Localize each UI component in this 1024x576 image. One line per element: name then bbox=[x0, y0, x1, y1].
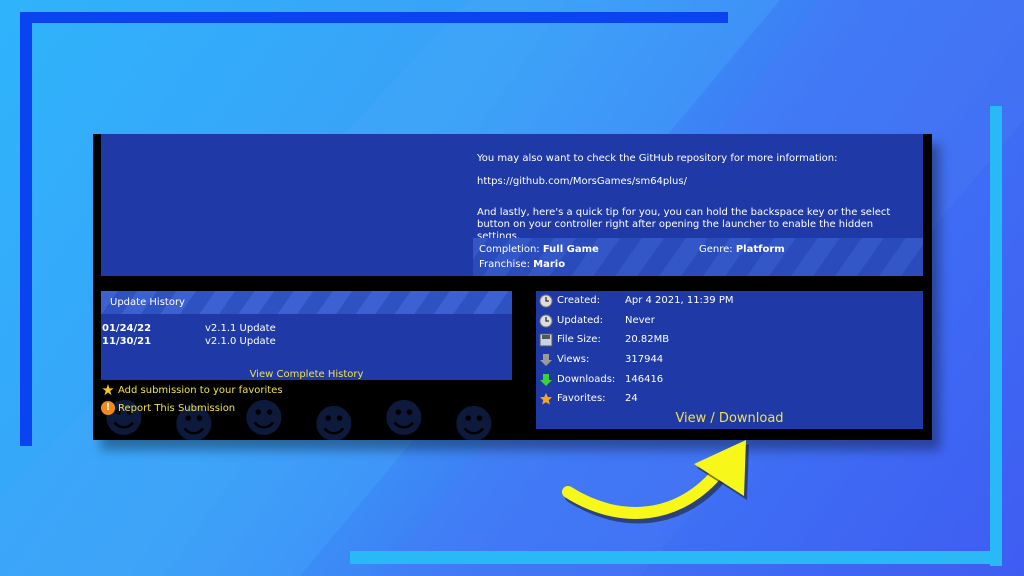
stat-value: 317944 bbox=[625, 354, 664, 365]
report-submission-button[interactable]: ! Report This Submission bbox=[101, 401, 235, 415]
clock-icon bbox=[539, 314, 553, 328]
watermark-icon: ☻ bbox=[313, 402, 355, 440]
download-arrow-icon bbox=[540, 374, 552, 386]
franchise-label: Franchise: bbox=[479, 259, 530, 270]
history-date: 01/24/22 bbox=[102, 323, 152, 334]
history-row: 01/24/22 v2.1.1 Update bbox=[102, 323, 276, 334]
genre-field: Genre: Platform bbox=[699, 244, 785, 255]
description-box: You may also want to check the GitHub re… bbox=[101, 134, 923, 276]
genre-value: Platform bbox=[735, 244, 785, 255]
github-link[interactable]: https://github.com/MorsGames/sm64plus/ bbox=[477, 176, 917, 188]
submission-panel: ☻ ☻ ☻ ☻ ☻ ☻ You may also want to check t… bbox=[93, 134, 932, 440]
completion-field: Completion: Full Game bbox=[479, 244, 599, 255]
star-icon bbox=[540, 393, 552, 405]
frame-right-bar bbox=[990, 106, 1002, 566]
meta-row: Completion: Full Game Genre: Platform Fr… bbox=[473, 238, 923, 276]
star-icon: ★ bbox=[101, 381, 115, 399]
frame-top-bar bbox=[20, 12, 728, 23]
add-favorite-button[interactable]: ★ Add submission to your favorites bbox=[101, 381, 283, 399]
report-submission-label: Report This Submission bbox=[118, 402, 236, 414]
description-text: You may also want to check the GitHub re… bbox=[477, 153, 917, 243]
stat-file-size: File Size: 20.82MB bbox=[539, 332, 669, 348]
frame-bottom-bar bbox=[350, 551, 1002, 564]
stat-views: Views: 317944 bbox=[539, 352, 663, 368]
add-favorite-label: Add submission to your favorites bbox=[118, 384, 283, 396]
stat-created: Created: Apr 4 2021, 11:39 PM bbox=[539, 293, 733, 309]
completion-value: Full Game bbox=[542, 244, 599, 255]
update-history-title: Update History bbox=[110, 297, 185, 308]
stats-box: Created: Apr 4 2021, 11:39 PM Updated: N… bbox=[536, 291, 923, 429]
stat-label: Views: bbox=[557, 354, 590, 365]
eye-arrow-icon bbox=[540, 354, 552, 366]
history-row: 11/30/21 v2.1.0 Update bbox=[102, 336, 276, 347]
stat-label: File Size: bbox=[557, 334, 601, 345]
stat-updated: Updated: Never bbox=[539, 313, 655, 329]
update-history-header: Update History bbox=[101, 291, 512, 314]
stat-label: Downloads: bbox=[557, 374, 616, 385]
stat-label: Created: bbox=[557, 295, 600, 306]
watermark-icon: ☻ bbox=[453, 402, 495, 440]
stat-label: Favorites: bbox=[557, 393, 606, 404]
stat-value: Never bbox=[625, 315, 655, 326]
stat-value: 146416 bbox=[625, 374, 664, 385]
franchise-value: Mario bbox=[533, 259, 566, 270]
view-complete-history-link[interactable]: View Complete History bbox=[250, 369, 364, 380]
frame-left-bar bbox=[20, 12, 32, 446]
warning-icon: ! bbox=[101, 401, 115, 415]
stat-label: Updated: bbox=[557, 315, 603, 326]
genre-label: Genre: bbox=[699, 244, 733, 255]
stat-value: 24 bbox=[625, 393, 638, 404]
franchise-field: Franchise: Mario bbox=[479, 259, 565, 270]
clock-icon bbox=[539, 294, 553, 308]
disk-icon bbox=[539, 333, 553, 347]
update-history-box: Update History 01/24/22 v2.1.1 Update 11… bbox=[101, 291, 512, 380]
watermark-icon: ☻ bbox=[383, 396, 425, 440]
view-download-button[interactable]: View / Download bbox=[536, 411, 923, 426]
stat-value: 20.82MB bbox=[625, 334, 670, 345]
history-date: 11/30/21 bbox=[102, 336, 152, 347]
stat-downloads: Downloads: 146416 bbox=[539, 372, 663, 388]
completion-label: Completion: bbox=[479, 244, 540, 255]
history-version: v2.1.0 Update bbox=[205, 336, 276, 347]
stat-favorites: Favorites: 24 bbox=[539, 391, 638, 407]
description-line-1: You may also want to check the GitHub re… bbox=[477, 153, 838, 164]
watermark-icon: ☻ bbox=[243, 396, 285, 440]
history-version: v2.1.1 Update bbox=[205, 323, 276, 334]
stat-value: Apr 4 2021, 11:39 PM bbox=[625, 295, 734, 306]
